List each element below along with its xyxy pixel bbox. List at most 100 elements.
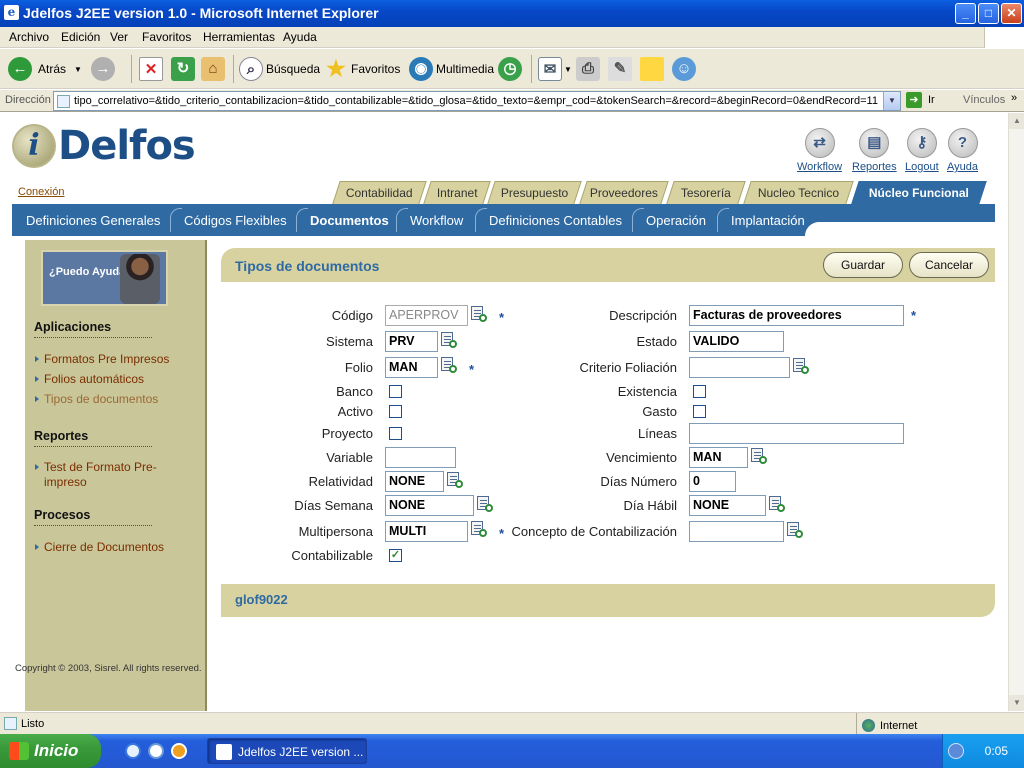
title-bar[interactable]: e Jdelfos J2EE version 1.0 - Microsoft I…: [0, 0, 1024, 27]
scroll-up-icon[interactable]: ▲: [1009, 113, 1024, 129]
tab-intranet[interactable]: Intranet: [423, 181, 491, 204]
vencimiento-field[interactable]: MAN: [689, 447, 748, 468]
tab-nucleo-funcional[interactable]: Núcleo Funcional: [851, 181, 987, 204]
sistema-lookup-icon[interactable]: [441, 332, 457, 349]
menu-ayuda[interactable]: Ayuda: [283, 30, 317, 44]
nav-codigos-flexibles[interactable]: Códigos Flexibles: [184, 213, 287, 228]
media-button[interactable]: ◉ Multimedia: [409, 55, 494, 83]
tab-tesoreria[interactable]: Tesorería: [666, 181, 746, 204]
nav-definiciones-generales[interactable]: Definiciones Generales: [26, 213, 160, 228]
sidebar-item-folios[interactable]: Folios automáticos: [35, 372, 144, 387]
activo-checkbox[interactable]: [389, 405, 402, 418]
refresh-button[interactable]: ↻: [171, 55, 195, 83]
help-banner[interactable]: ¿Puedo Ayudarle ?: [41, 250, 168, 306]
logout-shortcut[interactable]: ⚷ Logout: [905, 128, 939, 173]
multipersona-field[interactable]: MULTI: [385, 521, 468, 542]
back-button[interactable]: ← Atrás ▼: [8, 55, 82, 83]
print-button[interactable]: ⎙: [576, 55, 600, 83]
forward-button[interactable]: →: [91, 55, 115, 83]
address-dropdown-icon[interactable]: ▼: [883, 92, 900, 110]
go-button[interactable]: ➜ Ir: [906, 92, 935, 108]
help-link[interactable]: Ayuda: [947, 161, 978, 173]
back-dropdown-icon[interactable]: ▼: [74, 65, 82, 74]
existencia-checkbox[interactable]: [693, 385, 706, 398]
menu-ver[interactable]: Ver: [110, 30, 128, 44]
taskbar-window-button[interactable]: Jdelfos J2EE version ...: [207, 738, 367, 764]
workflow-link[interactable]: Workflow: [797, 161, 842, 173]
dias-semana-field[interactable]: NONE: [385, 495, 474, 516]
concepto-contabilizacion-field[interactable]: [689, 521, 784, 542]
relatividad-lookup-icon[interactable]: [447, 472, 463, 489]
mail-button[interactable]: ✉ ▼: [538, 55, 572, 83]
favorites-button[interactable]: ★ Favoritos: [324, 55, 400, 83]
address-input[interactable]: tipo_correlativo=&tido_criterio_contabil…: [53, 91, 901, 111]
nav-operacion[interactable]: Operación: [646, 213, 706, 228]
sidebar-item-test-formato[interactable]: Test de Formato Pre-impreso: [35, 460, 165, 490]
banco-checkbox[interactable]: [389, 385, 402, 398]
sistema-field[interactable]: PRV: [385, 331, 438, 352]
relatividad-field[interactable]: NONE: [385, 471, 444, 492]
menu-archivo[interactable]: Archivo: [9, 30, 49, 44]
edit-button[interactable]: ✎: [608, 55, 632, 83]
minimize-button[interactable]: _: [955, 3, 976, 24]
nav-workflow[interactable]: Workflow: [410, 213, 463, 228]
lineas-field[interactable]: [689, 423, 904, 444]
discuss-button[interactable]: [640, 55, 664, 83]
links-chevron-icon[interactable]: »: [1011, 92, 1017, 104]
ie-quicklaunch-icon[interactable]: [125, 743, 141, 759]
proyecto-checkbox[interactable]: [389, 427, 402, 440]
nav-implantacion[interactable]: Implantación: [731, 213, 805, 228]
tab-presupuesto[interactable]: Presupuesto: [487, 181, 582, 204]
folio-lookup-icon[interactable]: [441, 357, 457, 374]
logout-link[interactable]: Logout: [905, 161, 939, 173]
start-button[interactable]: Inicio: [0, 734, 101, 768]
conexion-link[interactable]: Conexión: [18, 186, 64, 198]
vertical-scrollbar[interactable]: ▲ ▼: [1008, 113, 1024, 711]
history-button[interactable]: ◷: [498, 55, 522, 83]
menu-edicion[interactable]: Edición: [61, 30, 100, 44]
dia-habil-field[interactable]: NONE: [689, 495, 766, 516]
concepto-lookup-icon[interactable]: [787, 522, 803, 539]
contabilizable-checkbox[interactable]: ✓: [389, 549, 402, 562]
gasto-checkbox[interactable]: [693, 405, 706, 418]
close-button[interactable]: ✕: [1001, 3, 1022, 24]
dias-numero-field[interactable]: 0: [689, 471, 736, 492]
estado-field[interactable]: VALIDO: [689, 331, 784, 352]
workflow-shortcut[interactable]: ⇄ Workflow: [797, 128, 842, 173]
reports-shortcut[interactable]: ▤ Reportes: [852, 128, 897, 173]
criterio-foliacion-field[interactable]: [689, 357, 790, 378]
dia-habil-lookup-icon[interactable]: [769, 496, 785, 513]
multipersona-lookup-icon[interactable]: [471, 521, 487, 538]
tab-nucleo-tecnico[interactable]: Nucleo Tecnico: [743, 181, 854, 204]
stop-button[interactable]: ✕: [139, 55, 163, 83]
menu-herramientas[interactable]: Herramientas: [203, 30, 275, 44]
home-button[interactable]: ⌂: [201, 55, 225, 83]
criterio-foliacion-lookup-icon[interactable]: [793, 358, 809, 375]
vencimiento-lookup-icon[interactable]: [751, 448, 767, 465]
codigo-field[interactable]: APERPROV: [385, 305, 468, 326]
explorer-quicklaunch-icon[interactable]: [148, 743, 164, 759]
variable-field[interactable]: [385, 447, 456, 468]
sidebar-item-formatos[interactable]: Formatos Pre Impresos: [35, 352, 169, 367]
messenger-button[interactable]: ☺: [672, 55, 696, 83]
nav-documentos[interactable]: Documentos: [310, 213, 389, 228]
maximize-button[interactable]: □: [978, 3, 999, 24]
folio-field[interactable]: MAN: [385, 357, 438, 378]
tab-proveedores[interactable]: Proveedores: [579, 181, 669, 204]
dias-semana-lookup-icon[interactable]: [477, 496, 493, 513]
nav-definiciones-contables[interactable]: Definiciones Contables: [489, 213, 622, 228]
tab-contabilidad[interactable]: Contabilidad: [332, 181, 427, 204]
sidebar-item-tipos[interactable]: Tipos de documentos: [35, 392, 158, 407]
network-icon[interactable]: [948, 743, 964, 759]
codigo-lookup-icon[interactable]: [471, 306, 487, 323]
links-label[interactable]: Vínculos: [963, 94, 1005, 106]
sidebar-item-cierre[interactable]: Cierre de Documentos: [35, 540, 164, 555]
search-button[interactable]: ⌕ Búsqueda: [239, 55, 320, 83]
descripcion-field[interactable]: Facturas de proveedores: [689, 305, 904, 326]
menu-favoritos[interactable]: Favoritos: [142, 30, 191, 44]
help-shortcut[interactable]: ? Ayuda: [947, 128, 978, 173]
save-button[interactable]: Guardar: [823, 252, 903, 278]
reports-link[interactable]: Reportes: [852, 161, 897, 173]
media-quicklaunch-icon[interactable]: [171, 743, 187, 759]
cancel-button[interactable]: Cancelar: [909, 252, 989, 278]
